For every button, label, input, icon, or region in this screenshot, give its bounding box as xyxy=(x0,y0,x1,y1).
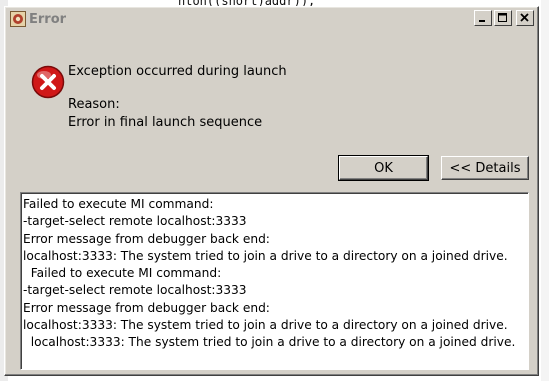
details-line: -target-select remote localhost:3333 xyxy=(23,214,247,229)
error-message: Exception occurred during launch xyxy=(68,64,287,79)
details-line: localhost:3333: The system tried to join… xyxy=(23,248,508,263)
details-line: Error message from debugger back end: xyxy=(23,231,270,246)
close-button[interactable] xyxy=(516,10,534,26)
details-text-area[interactable]: Failed to execute MI command: -target-se… xyxy=(20,192,529,370)
titlebar-buttons xyxy=(474,10,534,26)
details-line: Failed to execute MI command: xyxy=(23,197,214,211)
reason-label: Reason: xyxy=(68,97,120,112)
minimize-button[interactable] xyxy=(474,10,492,26)
minimize-icon xyxy=(479,20,485,22)
details-toggle-button[interactable]: << Details xyxy=(441,156,529,180)
details-line: -target-select remote localhost:3333 xyxy=(23,283,247,298)
details-line: localhost:3333: The system tried to join… xyxy=(23,335,516,350)
ok-button[interactable]: OK xyxy=(338,155,429,181)
details-line: localhost:3333: The system tried to join… xyxy=(23,318,508,333)
reason-text: Error in final launch sequence xyxy=(68,115,263,130)
details-line: Failed to execute MI command: xyxy=(23,266,222,281)
error-dialog: Error Exception occurred during launch R… xyxy=(4,6,539,376)
close-icon xyxy=(520,13,529,22)
details-line: Error message from debugger back end: xyxy=(23,300,270,315)
background-right-edge xyxy=(541,0,549,381)
maximize-button[interactable] xyxy=(494,10,512,26)
maximize-icon xyxy=(498,13,507,22)
dialog-title: Error xyxy=(29,11,67,27)
error-icon xyxy=(31,65,65,99)
dialog-titlebar[interactable]: Error xyxy=(7,9,536,29)
eclipse-app-icon xyxy=(10,11,26,27)
